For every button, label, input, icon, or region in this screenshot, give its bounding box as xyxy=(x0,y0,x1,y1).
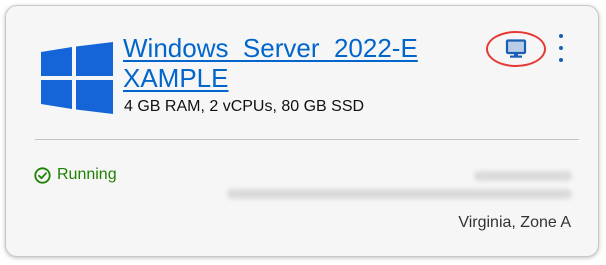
status-label: Running xyxy=(57,166,117,183)
ellipsis-dot xyxy=(559,58,563,62)
monitor-icon xyxy=(505,39,527,58)
instance-card[interactable]: Windows_Server_2022-EXAMPLE 4 GB RAM, 2 … xyxy=(5,5,599,257)
check-circle-icon xyxy=(34,166,51,184)
status-indicator: Running xyxy=(34,166,117,184)
connect-button[interactable] xyxy=(486,31,546,67)
ellipsis-dot xyxy=(559,34,563,38)
windows-logo-icon xyxy=(41,42,113,114)
redacted-ipv6-address xyxy=(227,189,572,199)
more-actions-button[interactable] xyxy=(554,34,568,62)
redacted-ip-address xyxy=(474,171,572,181)
divider xyxy=(35,139,579,140)
instance-specs: 4 GB RAM, 2 vCPUs, 80 GB SSD xyxy=(124,98,365,115)
ellipsis-dot xyxy=(559,46,563,50)
instance-location: Virginia, Zone A xyxy=(458,214,571,231)
instance-name-link[interactable]: Windows_Server_2022-EXAMPLE xyxy=(123,33,423,93)
